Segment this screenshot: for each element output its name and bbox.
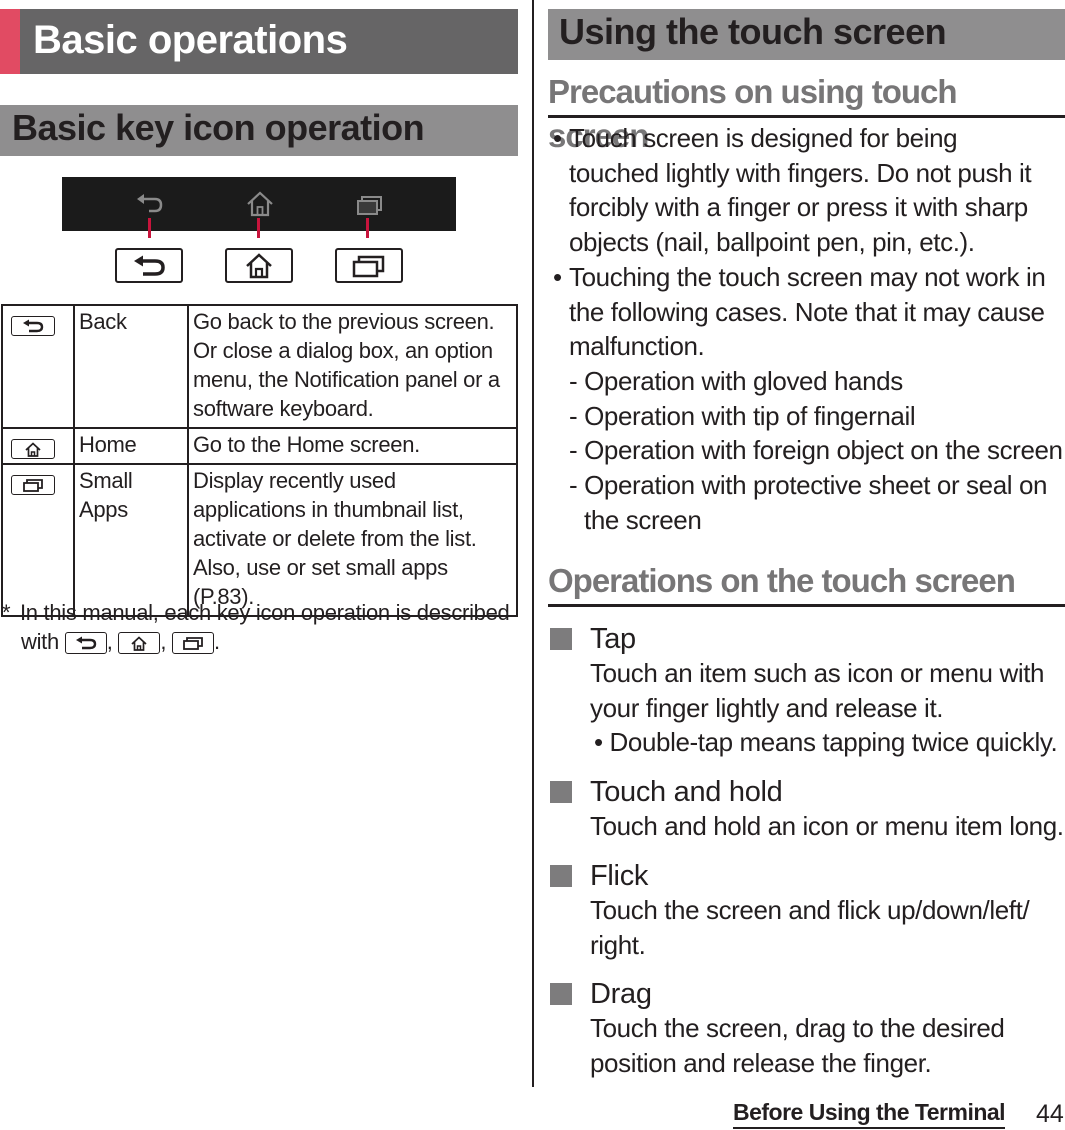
precaution-cases: - Operation with gloved hands - Operatio… [569,364,1065,538]
footnote-with: with [21,629,59,654]
case-item: - Operation with protective sheet or sea… [569,470,1048,535]
square-bullet-icon [550,781,572,803]
table-row: Back Go back to the previous screen. Or … [1,304,518,429]
home-key-inline [118,632,161,655]
home-icon [131,636,147,651]
case-item: - Operation with tip of fingernail [569,400,916,431]
page-number: 44 [1036,1100,1064,1128]
bullet-text: Touch screen is designed for being touch… [569,123,1032,258]
back-icon [23,319,44,333]
column-divider [532,0,534,1087]
case-item: - Operation with foreign object on the s… [569,435,1063,466]
heading-rule [548,115,1065,118]
footnote-line1: In this manual, each key icon operation … [20,600,510,625]
key-icon-table: Back Go back to the previous screen. Or … [1,304,518,617]
table-cell-description: Display recently used applications in th… [187,463,518,617]
square-bullet-icon [550,628,572,650]
operation-name-tap: Tap [590,623,636,655]
operation-desc-drag: Touch the screen, drag to the desired po… [590,1013,1005,1078]
recent-apps-key-badge [11,475,55,496]
footnote: * In this manual, each key icon operation… [2,598,522,656]
precaution-bullet-2: • Touching the touch screen may not work… [553,260,1053,364]
separator: , [160,629,167,654]
table-cell-icon [1,304,75,429]
table-cell-icon [1,463,75,617]
nav-home-icon [247,191,273,217]
footer-chapter-link[interactable]: Before Using the Terminal [733,1097,1006,1129]
footnote-end: . [214,629,220,654]
table-row: Small Apps Display recently used applica… [1,463,518,617]
section-accent-stripe [0,9,20,74]
table-cell-name: Back [73,304,189,429]
heading-rule [548,604,1065,607]
precaution-bullet-1: • Touch screen is designed for being tou… [553,121,1053,260]
case-item: - Operation with gloved hands [569,366,903,396]
square-bullet-icon [550,983,572,1005]
operation-name-drag: Drag [590,978,652,1010]
key-home [225,248,293,283]
nav-back-icon [137,194,163,213]
footnote-line2: with , , . [2,627,522,656]
operation-desc-tap: Touch an item such as icon or menu with … [590,658,1045,723]
back-key-inline [64,632,107,655]
back-key-badge [11,316,55,337]
square-bullet-icon [550,865,572,887]
recent-apps-icon [183,637,203,651]
table-row: Home Go to the Home screen. [1,427,518,465]
key-recent-apps [335,248,403,283]
back-icon [75,636,96,650]
key-back [115,248,183,283]
recent-apps-icon [23,479,43,493]
table-cell-name: Home [73,427,189,465]
operation-subbullet-tap: • Double-tap means tapping twice quickly… [594,725,1065,760]
home-icon [246,252,272,278]
pointer-line-back [148,218,151,238]
pointer-line-home [257,218,260,238]
bullet-dot: • [594,727,603,757]
operation-name-touch-and-hold: Touch and hold [590,776,783,808]
subsection-title-key-icons: Basic key icon operation [12,107,425,148]
heading-operations: Operations on the touch screen [548,562,1016,599]
back-icon [134,255,165,276]
table-cell-description: Go to the Home screen. [187,427,518,465]
recent-apps-icon [352,255,385,277]
section-title: Basic operations [33,18,348,62]
operation-name-flick: Flick [590,860,649,892]
home-key-badge [11,439,55,460]
subsection-title-touch-screen: Using the touch screen [559,11,947,52]
footnote-marker: * [2,600,11,625]
nav-recent-apps-icon [357,196,382,215]
bullet-dot: • [553,123,562,153]
table-cell-icon [1,427,75,465]
operation-desc-touch-and-hold: Touch and hold an icon or menu item long… [590,811,1064,841]
table-cell-name: Small Apps [73,463,189,617]
bullet-text: Touching the touch screen may not work i… [569,262,1046,362]
pointer-line-recent [366,218,369,238]
table-cell-description: Go back to the previous screen. Or close… [187,304,518,429]
bullet-dot: • [553,262,562,292]
recent-apps-key-inline [172,632,214,655]
home-icon [25,442,41,457]
bullet-text: Double-tap means tapping twice quickly. [609,727,1058,757]
separator: , [106,629,113,654]
operation-desc-flick: Touch the screen and flick up/down/left/… [590,895,1030,960]
